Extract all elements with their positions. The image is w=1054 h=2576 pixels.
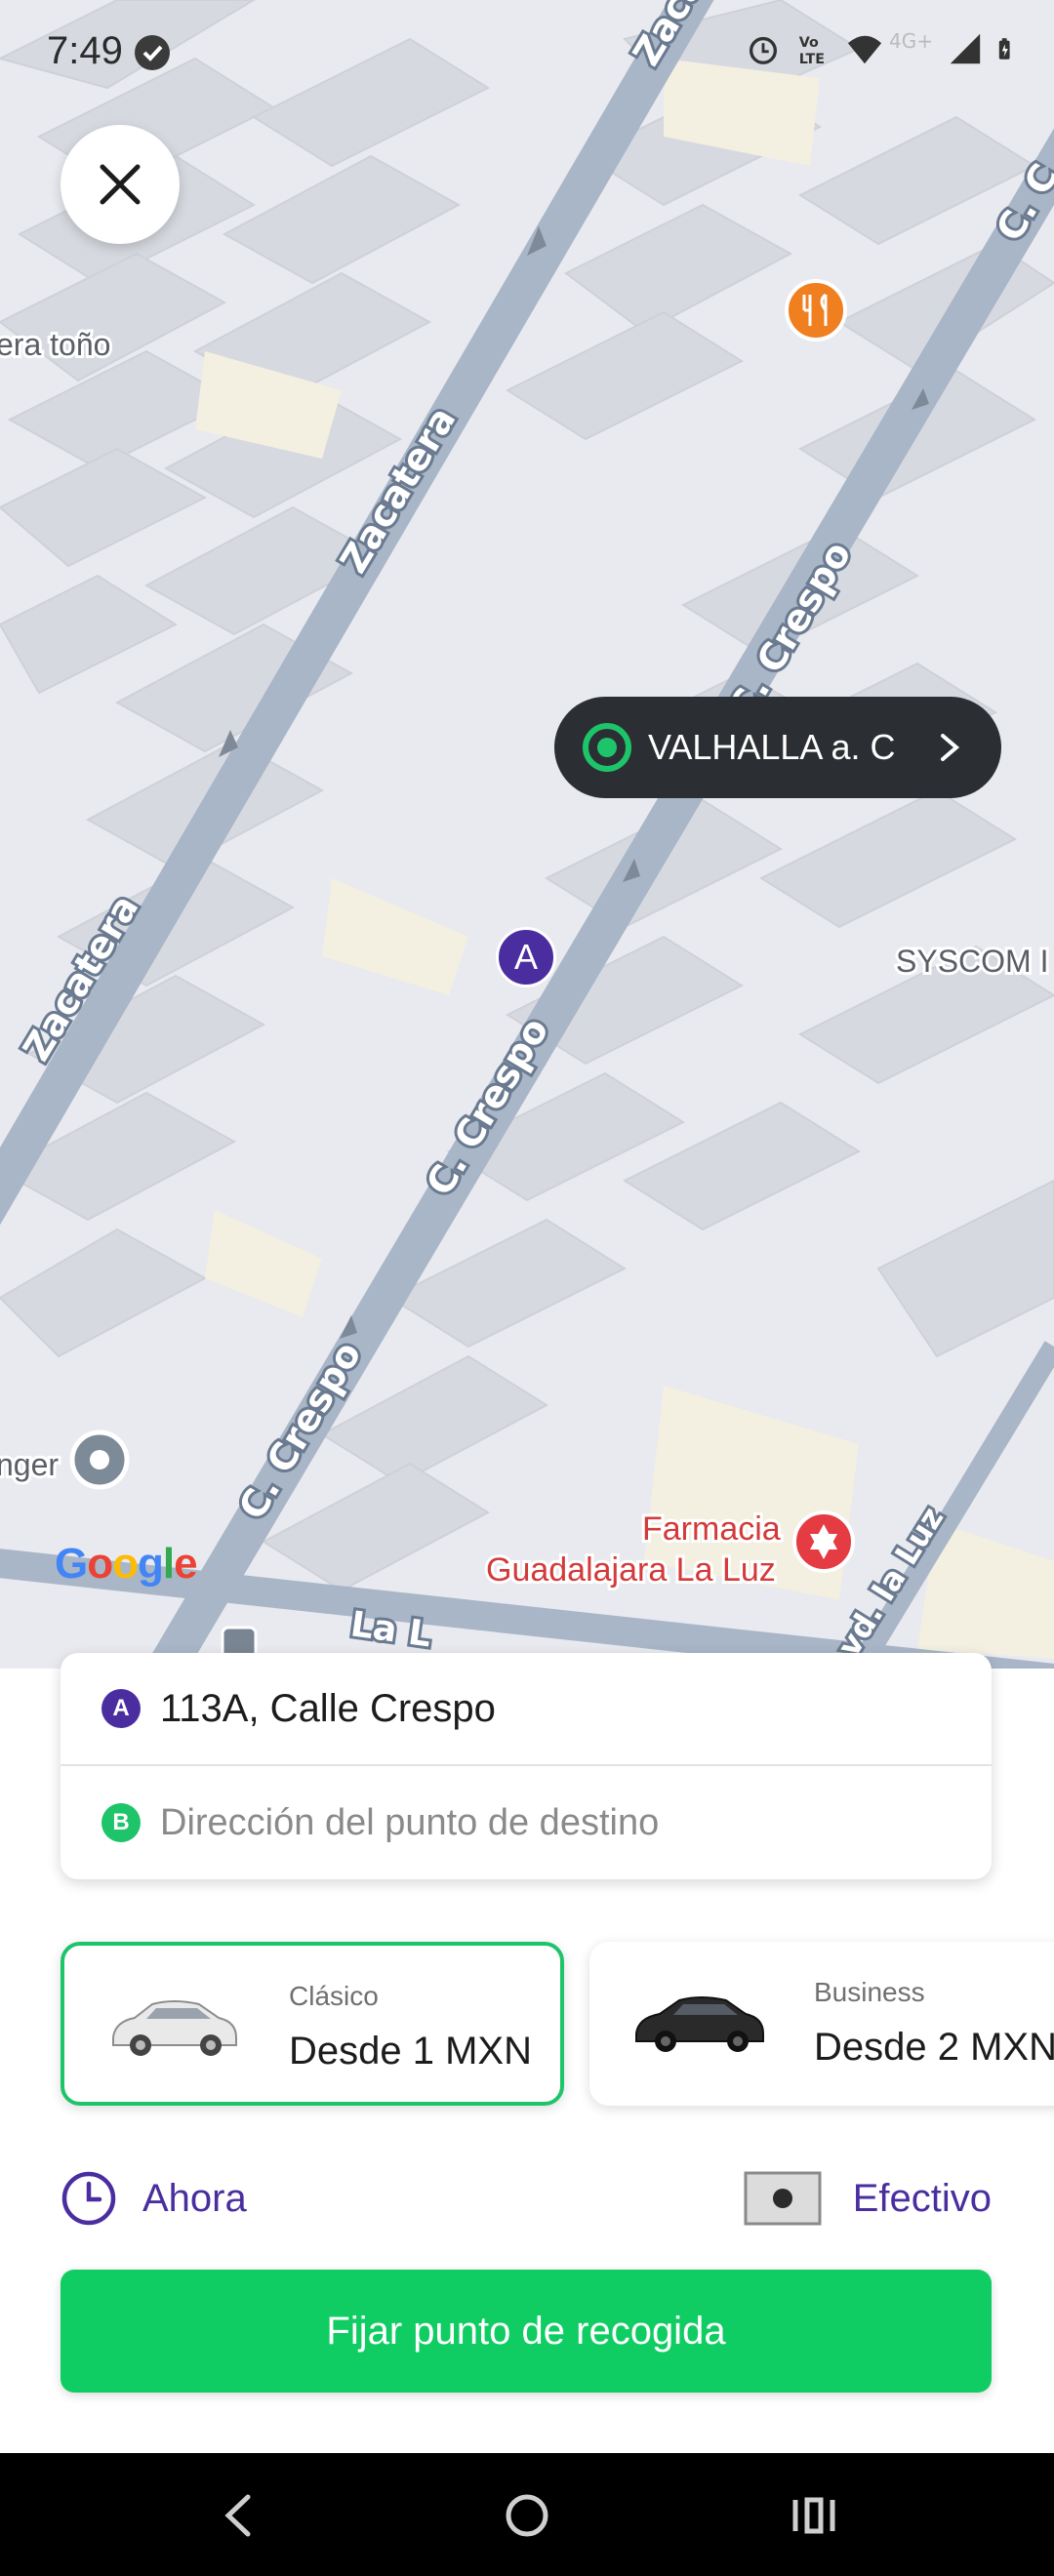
destination-placeholder: Dirección del punto de destino bbox=[160, 1801, 660, 1843]
close-icon bbox=[100, 164, 141, 205]
set-pickup-button[interactable]: Fijar punto de recogida bbox=[61, 2270, 992, 2393]
map-canvas[interactable]: Zacatera Zacatera Zacatera C. Crespo C. … bbox=[0, 0, 1054, 1669]
origin-address: 113A, Calle Crespo bbox=[160, 1686, 496, 1730]
poi-label-farmacia-1: Farmacia bbox=[642, 1510, 781, 1548]
target-icon bbox=[583, 723, 631, 772]
poi-label-farmacia-2: Guadalajara La Luz bbox=[486, 1551, 776, 1589]
home-icon bbox=[506, 2494, 548, 2537]
status-icons: Vo LTE 4G+ bbox=[745, 29, 1021, 68]
address-card: A 113A, Calle Crespo B Dirección del pun… bbox=[61, 1653, 992, 1879]
location-marker-icon[interactable] bbox=[69, 1429, 130, 1490]
origin-marker-icon: A bbox=[101, 1689, 141, 1728]
status-time: 7:49 bbox=[47, 29, 123, 72]
pickup-pin-a[interactable]: A bbox=[496, 927, 556, 987]
pharmacy-marker-icon[interactable] bbox=[792, 1510, 855, 1573]
origin-address-row[interactable]: A 113A, Calle Crespo bbox=[61, 1653, 992, 1766]
google-logo-letter: e bbox=[174, 1540, 198, 1588]
recents-icon bbox=[792, 2497, 835, 2534]
destination-marker-icon: B bbox=[101, 1803, 141, 1842]
google-logo-letter: G bbox=[55, 1540, 88, 1588]
poi-chip-valhalla[interactable]: VALHALLA a. C bbox=[554, 697, 1001, 798]
check-badge-icon bbox=[135, 35, 170, 70]
wifi-icon bbox=[847, 35, 882, 64]
poi-label-left-bottom: nger bbox=[0, 1447, 59, 1482]
ride-name: Business bbox=[814, 1977, 925, 2007]
chevron-right-icon bbox=[941, 734, 960, 761]
google-logo: Google bbox=[55, 1540, 198, 1589]
poi-label-top-left: era toño bbox=[0, 327, 110, 362]
close-button[interactable] bbox=[61, 125, 180, 244]
volte-icon: VoLTE bbox=[799, 35, 825, 67]
car-icon bbox=[635, 1996, 764, 2052]
system-nav-bar bbox=[0, 2453, 1054, 2576]
ride-price: Desde 2 MXN bbox=[814, 2026, 1054, 2069]
pickup-time-selector[interactable]: Ahora bbox=[61, 2164, 247, 2233]
alarm-icon bbox=[750, 36, 778, 64]
network-type-label: 4G+ bbox=[889, 29, 933, 53]
map-view[interactable]: Zacatera Zacatera Zacatera C. Crespo C. … bbox=[0, 0, 1054, 1669]
google-logo-letter: l bbox=[162, 1540, 175, 1588]
google-logo-letter: o bbox=[112, 1540, 139, 1588]
battery-icon bbox=[998, 38, 1010, 60]
google-logo-letter: g bbox=[138, 1540, 164, 1588]
clock-icon bbox=[61, 2171, 116, 2226]
status-bar: 7:49 Vo LTE 4G+ bbox=[0, 0, 1054, 98]
car-icon bbox=[112, 2000, 237, 2056]
nav-back-button[interactable] bbox=[209, 2486, 267, 2545]
payment-method-selector[interactable]: Efectivo bbox=[744, 2164, 992, 2233]
back-icon bbox=[224, 2494, 251, 2537]
ride-name: Clásico bbox=[289, 1981, 379, 2011]
signal-icon bbox=[950, 33, 981, 64]
nav-home-button[interactable] bbox=[498, 2486, 556, 2545]
ride-option-clasico[interactable]: Clásico Desde 1 MXN bbox=[61, 1942, 564, 2106]
poi-chip-label: VALHALLA a. C bbox=[648, 727, 896, 767]
ride-option-business[interactable]: Business Desde 2 MXN bbox=[589, 1942, 1054, 2106]
cash-icon bbox=[744, 2171, 822, 2226]
restaurant-marker-icon[interactable] bbox=[785, 279, 847, 342]
google-logo-letter: o bbox=[87, 1540, 113, 1588]
pickup-time-label: Ahora bbox=[142, 2176, 247, 2220]
svg-text:Vo: Vo bbox=[799, 35, 819, 51]
poi-label-syscom: SYSCOM I bbox=[896, 944, 1048, 979]
destination-input[interactable]: B Dirección del punto de destino bbox=[61, 1766, 992, 1879]
payment-method-label: Efectivo bbox=[852, 2176, 992, 2220]
nav-recents-button[interactable] bbox=[785, 2486, 843, 2545]
svg-text:LTE: LTE bbox=[799, 52, 825, 67]
ride-price: Desde 1 MXN bbox=[289, 2030, 532, 2073]
